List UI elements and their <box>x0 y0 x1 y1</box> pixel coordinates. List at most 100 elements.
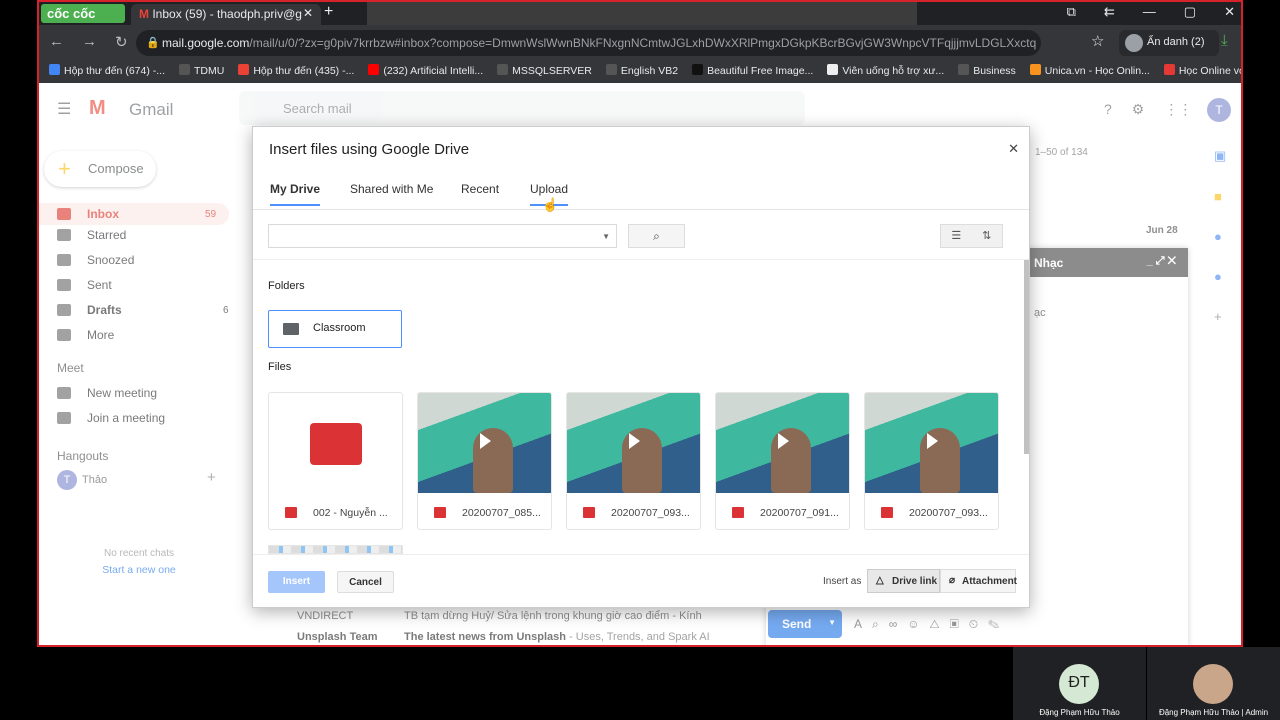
reload-button[interactable]: ↻ <box>115 33 128 51</box>
sidebar-item-sent[interactable]: Sent <box>57 278 112 292</box>
tab-inbox[interactable]: M Inbox (59) - thaodph.priv@g ✕ <box>131 4 321 25</box>
menu-icon[interactable]: ☰ <box>57 99 71 119</box>
bookmark-icon <box>179 64 190 75</box>
drive-search-input[interactable]: ▼ <box>268 224 617 248</box>
file-item[interactable]: 20200707_091... <box>715 392 850 530</box>
tab-my-drive[interactable]: My Drive <box>270 182 321 206</box>
bookmark-item[interactable]: Business <box>958 64 1016 80</box>
list-view-icon[interactable]: ☰ <box>941 225 972 247</box>
send-button[interactable]: Send ▼ <box>768 610 842 638</box>
bookmark-icon <box>49 64 60 75</box>
coccoc-logo[interactable]: cốc cốc <box>41 4 125 23</box>
back-icon[interactable]: ⇇ <box>1104 4 1115 20</box>
bookmark-item[interactable]: English VB2 <box>605 64 678 80</box>
close-tab-icon[interactable]: ✕ <box>303 6 313 20</box>
gmail-logo[interactable]: Gmail <box>129 100 173 120</box>
participant-name: Đặng Phạm Hữu Thảo | Admin <box>1158 708 1269 717</box>
participant-avatar: ĐT <box>1059 664 1099 704</box>
add-hangout-icon[interactable]: + <box>207 469 216 486</box>
cancel-button[interactable]: Cancel <box>337 571 394 593</box>
file-name: 20200707_085... <box>462 507 541 519</box>
scrollbar[interactable] <box>1024 260 1029 454</box>
compose-window-controls[interactable]: _ ⤢ ✕ <box>1147 255 1176 268</box>
file-item[interactable]: 002 - Nguyễn ... <box>268 392 403 530</box>
play-icon <box>927 433 938 449</box>
drive-link-toggle[interactable]: △ Drive link <box>867 569 940 593</box>
contacts-icon[interactable]: ● <box>1214 269 1226 284</box>
video-file-icon <box>310 423 362 465</box>
sidebar-item-snoozed[interactable]: Snoozed <box>57 253 134 267</box>
send-options-icon[interactable]: ▼ <box>828 618 836 627</box>
bookmark-item[interactable]: Beautiful Free Image... <box>692 64 813 80</box>
compose-toolbar-icons[interactable]: A⌕∞☺△▣⏲✎ <box>854 617 1009 632</box>
file-item[interactable]: 20200707_085... <box>417 392 552 530</box>
insert-button[interactable]: Insert <box>268 571 325 593</box>
download-icon[interactable]: ⤓ <box>1221 32 1228 49</box>
join-meeting[interactable]: Join a meeting <box>57 411 165 425</box>
file-item[interactable]: 20200707_093... <box>566 392 701 530</box>
bookmark-icon <box>1163 64 1175 75</box>
paperclip-icon: ⌀ <box>949 575 956 586</box>
bookmark-item[interactable]: TDMU <box>179 64 224 80</box>
folder-classroom[interactable]: Classroom <box>268 310 402 348</box>
bookmark-icon <box>827 64 839 75</box>
bookmark-item[interactable]: (232) Artificial Intelli... <box>368 64 483 80</box>
bookmark-item[interactable]: Hộp thư đến (674) -... <box>49 64 165 80</box>
dropdown-arrow-icon[interactable]: ▼ <box>602 232 610 241</box>
file-name: 20200707_093... <box>611 507 690 519</box>
back-button[interactable]: ← <box>49 33 64 51</box>
settings-icon[interactable]: ⚙ <box>1132 101 1145 118</box>
close-window-icon[interactable]: ✕ <box>1224 4 1235 20</box>
sidebar-item-starred[interactable]: Starred <box>57 228 126 242</box>
minimize-icon[interactable]: — <box>1143 4 1156 20</box>
participant-tile[interactable]: Đặng Phạm Hữu Thảo | Admin <box>1147 647 1280 720</box>
maximize-icon[interactable]: ▢ <box>1184 4 1196 20</box>
close-dialog-icon[interactable]: ✕ <box>1008 141 1019 157</box>
search-tabs-icon[interactable]: ⧉ <box>1067 4 1076 20</box>
help-icon[interactable]: ? <box>1104 101 1112 118</box>
file-item-partial[interactable] <box>268 545 403 554</box>
video-thumbnail <box>418 393 551 493</box>
file-item[interactable]: 20200707_093... <box>864 392 999 530</box>
start-chat-link[interactable]: Start a new one <box>39 564 239 576</box>
gmail-app: ☰ M Gmail Search mail ? ⚙ ⋮⋮ T + Compose In… <box>39 83 1241 645</box>
sidebar-item-more[interactable]: More <box>57 328 114 342</box>
email-row[interactable]: VNDIRECT TB tạm dừng Huỷ/ Sửa lệnh trong … <box>247 610 767 622</box>
search-mail-input[interactable]: Search mail <box>239 91 805 125</box>
tab-recent[interactable]: Recent <box>461 182 499 204</box>
sidebar-label: More <box>87 328 115 342</box>
profile-button[interactable]: Ẩn danh (2) <box>1119 30 1219 56</box>
calendar-icon[interactable]: ▣ <box>1214 148 1226 164</box>
bookmark-icon <box>692 64 704 75</box>
tasks-icon[interactable]: ● <box>1214 229 1226 244</box>
forward-button[interactable]: → <box>82 33 97 51</box>
bookmark-item[interactable]: MSSQLSERVER <box>497 64 592 80</box>
sidebar-item-drafts[interactable]: Drafts 6 <box>57 303 229 317</box>
keep-icon[interactable]: ■ <box>1214 189 1226 204</box>
bookmark-star-icon[interactable]: ☆ <box>1091 32 1104 50</box>
attachment-toggle[interactable]: ⌀ Attachment <box>940 569 1017 593</box>
gmail-icon: M <box>139 7 153 21</box>
compose-button[interactable]: + Compose <box>44 151 156 187</box>
tab-shared-with-me[interactable]: Shared with Me <box>350 182 433 204</box>
bookmark-item[interactable]: Viên uống hỗ trợ xư... <box>827 64 944 80</box>
bookmark-item[interactable]: Hộp thư đến (435) -... <box>238 64 354 80</box>
search-button[interactable]: ⌕ <box>628 224 685 248</box>
bookmark-item[interactable]: Unica.vn - Học Onlin... <box>1029 64 1150 80</box>
new-tab-button[interactable]: + <box>324 3 333 21</box>
hangouts-user[interactable]: Thảo <box>82 474 107 486</box>
address-bar[interactable]: 🔒 mail.google.com/mail/u/0/?zx=g0piv7krrb… <box>136 30 1041 56</box>
sidebar-item-inbox[interactable]: Inbox 59 <box>39 203 229 225</box>
compose-title: Nhạc <box>1034 256 1064 270</box>
bookmark-item[interactable]: Học Online với 3000... <box>1163 64 1241 80</box>
email-snippet: - Uses, Trends, and Spark AI <box>565 631 710 643</box>
email-row[interactable]: Unsplash Team The latest news from Unspla… <box>247 631 767 643</box>
hangouts-avatar[interactable]: T <box>57 470 77 490</box>
apps-icon[interactable]: ⋮⋮ <box>1164 101 1192 118</box>
add-addon-icon[interactable]: + <box>1214 309 1226 324</box>
account-avatar[interactable]: T <box>1207 98 1231 122</box>
new-meeting[interactable]: New meeting <box>57 386 157 400</box>
sort-az-icon[interactable]: ⇅ <box>972 225 1003 247</box>
keyboard-icon <box>57 412 71 424</box>
participant-tile[interactable]: ĐT Đặng Phạm Hữu Thảo <box>1013 647 1146 720</box>
